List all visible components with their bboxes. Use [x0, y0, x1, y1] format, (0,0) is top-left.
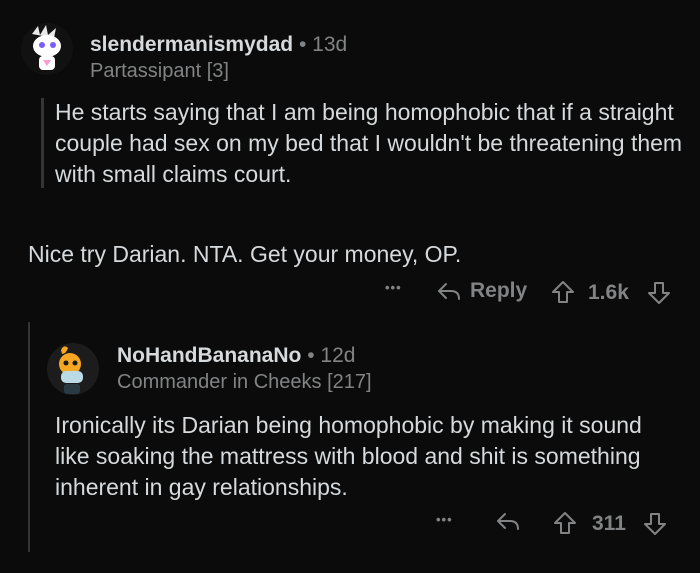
comment-author[interactable]: NoHandBananaNo • 12d [117, 344, 355, 368]
comment-time: 12d [320, 344, 356, 367]
meta-separator: • [307, 344, 315, 367]
more-options-label: ••• [436, 512, 453, 527]
downvote-button[interactable] [646, 280, 672, 306]
reply-button[interactable] [495, 510, 521, 532]
more-options-label: ••• [385, 280, 402, 295]
reply-label: Reply [470, 279, 528, 302]
more-options-button[interactable]: ••• [436, 512, 453, 527]
reply-button[interactable]: Reply [436, 279, 527, 303]
snoo-avatar-icon [47, 343, 99, 395]
comment-time: 13d [312, 33, 348, 56]
upvote-button[interactable] [552, 510, 578, 536]
quote-bar [41, 98, 44, 188]
comment-body: Nice try Darian. NTA. Get your money, OP… [28, 241, 462, 267]
upvote-icon [554, 512, 576, 534]
score-value: 1.6k [588, 281, 629, 304]
downvote-button[interactable] [642, 511, 668, 537]
comment-author[interactable]: slendermanismydad • 13d [90, 33, 347, 57]
author-name[interactable]: slendermanismydad [90, 33, 293, 56]
vote-score: 1.6k [588, 281, 629, 305]
downvote-icon [648, 282, 670, 304]
comment-body: Ironically its Darian being homophobic b… [55, 412, 642, 500]
avatar[interactable] [20, 22, 74, 76]
avatar[interactable] [46, 342, 100, 396]
score-value: 311 [592, 512, 626, 535]
snoo-avatar-icon [21, 23, 73, 75]
upvote-icon [552, 281, 574, 303]
thread-line[interactable] [28, 322, 30, 552]
upvote-button[interactable] [550, 279, 576, 305]
downvote-icon [644, 513, 666, 535]
vote-score: 311 [592, 512, 626, 536]
user-flair: Partassipant [3] [90, 60, 229, 82]
comment-thread: slendermanismydad • 13d Partassipant [3]… [0, 0, 700, 573]
reply-icon [497, 513, 519, 530]
more-options-button[interactable]: ••• [385, 280, 402, 295]
reply-icon [438, 283, 460, 300]
comment-quote: He starts saying that I am being homopho… [55, 99, 683, 187]
user-flair: Commander in Cheeks [217] [117, 371, 372, 393]
meta-separator: • [298, 33, 307, 56]
author-name[interactable]: NoHandBananaNo [117, 344, 301, 367]
